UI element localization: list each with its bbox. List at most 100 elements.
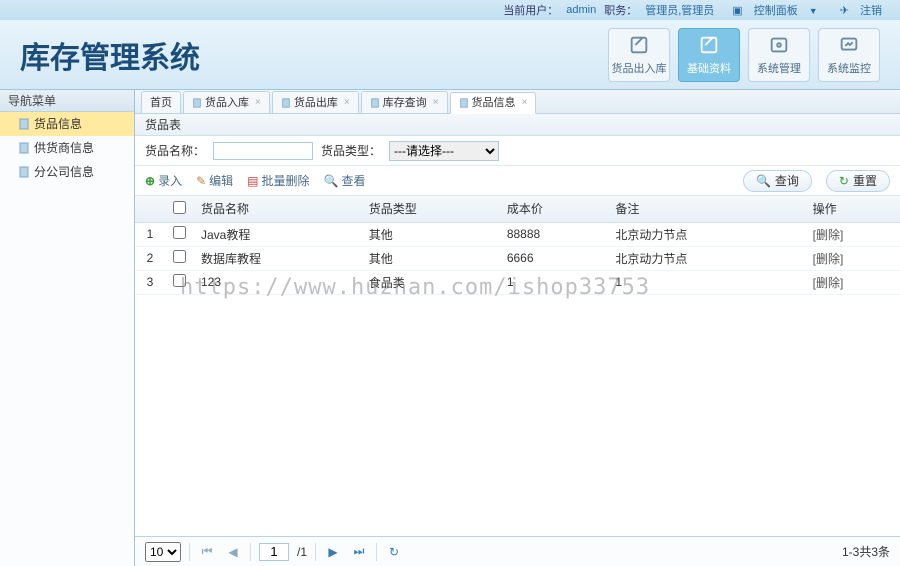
close-icon[interactable]: × — [255, 92, 261, 114]
row-check[interactable] — [173, 250, 186, 263]
row-check[interactable] — [173, 226, 186, 239]
edit-icon — [628, 34, 650, 56]
cell-remark: 北京动力节点 — [607, 246, 804, 270]
settings-icon — [768, 34, 790, 56]
delete-icon: ▤ — [247, 174, 258, 188]
sidebar-item-goods[interactable]: 货品信息 — [0, 112, 134, 136]
page-size-select[interactable]: 10 — [145, 542, 181, 562]
monitor-icon — [838, 34, 860, 56]
col-remark[interactable]: 备注 — [607, 196, 804, 222]
close-icon[interactable]: × — [344, 92, 350, 114]
tab-goods-info[interactable]: 货品信息 × — [450, 92, 537, 114]
goods-type-select[interactable]: ---请选择--- — [389, 141, 499, 161]
delete-link[interactable]: [删除] — [805, 246, 900, 270]
sidebar-title: 导航菜单 — [0, 90, 134, 112]
tab-label: 首页 — [150, 92, 172, 114]
document-icon — [18, 118, 30, 130]
banner-btn-inout[interactable]: 货品出入库 — [608, 28, 670, 82]
row-check[interactable] — [173, 274, 186, 287]
folder-icon: ▣ — [732, 5, 742, 17]
search-button[interactable]: 🔍查询 — [743, 170, 812, 192]
chevron-down-icon: ▼ — [809, 6, 818, 16]
delete-link[interactable]: [删除] — [805, 222, 900, 246]
reset-button[interactable]: ↻重置 — [826, 170, 890, 192]
paper-plane-icon: ✈ — [840, 5, 849, 17]
document-icon — [281, 98, 291, 108]
banner-btn-label: 系统管理 — [757, 60, 801, 76]
cell-remark: 1 — [607, 270, 804, 294]
banner-btn-system[interactable]: 系统管理 — [748, 28, 810, 82]
toolbar-label: 重置 — [853, 172, 877, 189]
cell-remark: 北京动力节点 — [607, 222, 804, 246]
sidebar-item-branch[interactable]: 分公司信息 — [0, 160, 134, 184]
col-op[interactable]: 操作 — [805, 196, 900, 222]
cell-name: Java教程 — [193, 222, 361, 246]
col-name[interactable]: 货品名称 — [193, 196, 361, 222]
col-num — [135, 196, 165, 222]
sidebar-item-label: 供货商信息 — [34, 136, 94, 160]
toolbar-label: 批量删除 — [262, 172, 310, 189]
cell-type: 其他 — [361, 246, 499, 270]
tab-label: 库存查询 — [383, 92, 427, 114]
sidebar-item-supplier[interactable]: 供货商信息 — [0, 136, 134, 160]
last-page-button[interactable]: ⏭ — [350, 543, 368, 561]
col-type[interactable]: 货品类型 — [361, 196, 499, 222]
role: 管理员,管理员 — [645, 2, 714, 18]
close-icon[interactable]: × — [522, 92, 528, 114]
check-all[interactable] — [173, 201, 186, 214]
tab-label: 货品信息 — [472, 92, 516, 114]
goods-type-label: 货品类型： — [321, 142, 381, 159]
pager-info: 1-3共3条 — [842, 543, 890, 560]
table-row[interactable]: 1 Java教程 其他 88888 北京动力节点 [删除] — [135, 222, 900, 246]
tab-query[interactable]: 库存查询 × — [361, 91, 448, 113]
col-price[interactable]: 成本价 — [499, 196, 608, 222]
control-panel-label: 控制面板 — [754, 5, 798, 17]
tab-bar: 首页 货品入库 × 货品出库 × 库存查询 × 货品信息 × — [135, 90, 900, 114]
refresh-button[interactable]: ↻ — [385, 543, 403, 561]
panel-title: 货品表 — [135, 114, 900, 136]
close-icon[interactable]: × — [433, 92, 439, 114]
add-button[interactable]: ⊕录入 — [145, 172, 182, 189]
edit-icon — [698, 34, 720, 56]
tab-label: 货品入库 — [205, 92, 249, 114]
cell-type: 其他 — [361, 222, 499, 246]
table-row[interactable]: 2 数据库教程 其他 6666 北京动力节点 [删除] — [135, 246, 900, 270]
prev-page-button[interactable]: ◀ — [224, 543, 242, 561]
page-input[interactable] — [259, 543, 289, 561]
goods-name-input[interactable] — [213, 142, 313, 160]
cell-type: 食品类 — [361, 270, 499, 294]
logout-button[interactable]: ✈ 注销 — [836, 2, 886, 18]
current-user-label: 当前用户： — [503, 2, 558, 18]
cell-price: 88888 — [499, 222, 608, 246]
logout-label: 注销 — [860, 5, 882, 17]
batch-delete-button[interactable]: ▤ 批量删除 — [247, 172, 309, 189]
next-page-button[interactable]: ▶ — [324, 543, 342, 561]
banner-btn-base[interactable]: 基础资料 — [678, 28, 740, 82]
first-page-button[interactable]: ⏮ — [198, 543, 216, 561]
tab-in[interactable]: 货品入库 × — [183, 91, 270, 113]
cell-name: 数据库教程 — [193, 246, 361, 270]
banner-btn-monitor[interactable]: 系统监控 — [818, 28, 880, 82]
toolbar-label: 查询 — [775, 172, 799, 189]
total-pages: /1 — [297, 545, 307, 559]
col-check — [165, 196, 193, 222]
cell-name: 123 — [193, 270, 361, 294]
delete-link[interactable]: [删除] — [805, 270, 900, 294]
banner-btn-label: 系统监控 — [827, 60, 871, 76]
table-row[interactable]: 3 123 食品类 1 1 [删除] — [135, 270, 900, 294]
view-button[interactable]: 🔍查看 — [324, 172, 366, 189]
plus-icon: ⊕ — [145, 174, 155, 188]
edit-button[interactable]: ✎编辑 — [196, 172, 233, 189]
document-icon — [18, 142, 30, 154]
document-icon — [192, 98, 202, 108]
control-panel-button[interactable]: ▣ 控制面板 ▼ — [728, 2, 821, 18]
tab-out[interactable]: 货品出库 × — [272, 91, 359, 113]
tab-label: 货品出库 — [294, 92, 338, 114]
document-icon — [370, 98, 380, 108]
toolbar-label: 录入 — [158, 172, 182, 189]
goods-table: 货品名称 货品类型 成本价 备注 操作 1 Java教程 其他 88888 北京… — [135, 196, 900, 295]
banner-btn-label: 货品出入库 — [612, 60, 667, 76]
role-label: 职务： — [604, 2, 637, 18]
sidebar-item-label: 货品信息 — [34, 112, 82, 136]
tab-home[interactable]: 首页 — [141, 91, 181, 113]
